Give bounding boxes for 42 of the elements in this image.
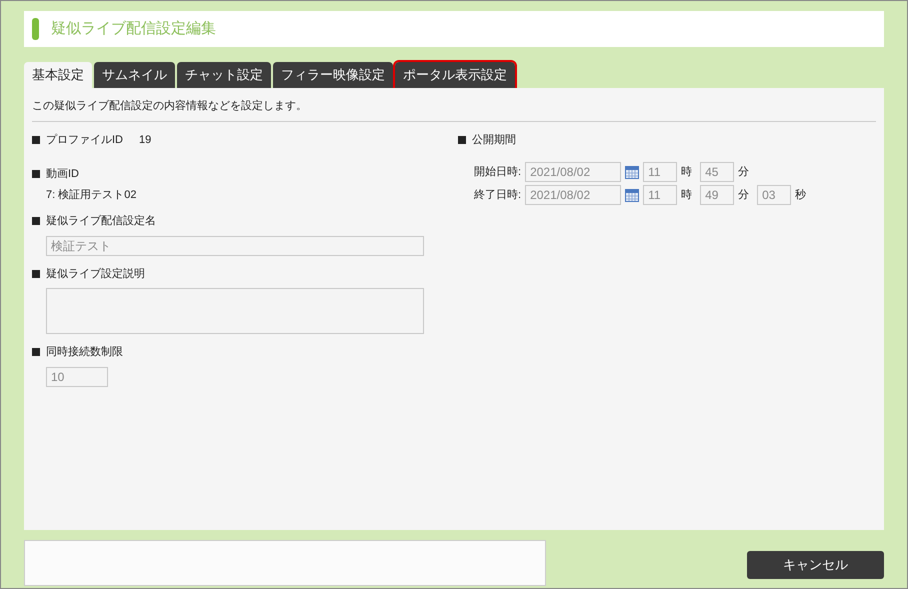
field-label: 同時接続数制限 [46,344,123,360]
description-field[interactable] [46,288,424,334]
field-value: 19 [139,132,152,148]
field-label: 疑似ライブ配信設定名 [46,214,156,229]
square-bullet-icon [32,217,40,226]
date-field[interactable]: 2021/08/02 [525,162,622,182]
time-unit: 分 [738,164,750,180]
accent-bar-icon [32,18,39,40]
time-unit: 時 [681,188,692,203]
field-label: 動画ID [46,167,79,182]
tab[interactable]: フィラー映像設定 [273,62,393,88]
square-bullet-icon [32,136,40,144]
time-field[interactable]: 03 [757,185,792,205]
time-field[interactable]: 45 [700,162,734,182]
time-field[interactable]: 11 [643,185,678,205]
calendar-icon[interactable] [625,166,640,178]
square-bullet-icon [32,270,40,278]
limit-field[interactable]: 10 [46,366,108,386]
square-bullet-icon [458,136,466,144]
time-unit: 分 [738,188,750,203]
time-field[interactable]: 49 [700,185,734,205]
time-field[interactable]: 11 [643,162,678,182]
tab[interactable]: サムネイル [94,62,175,88]
cancel-button[interactable]: キャンセル [747,551,884,579]
tab[interactable]: ポータル表示設定 [395,62,515,88]
date-field[interactable]: 2021/08/02 [525,185,622,205]
field-label: 開始日時: [474,164,522,180]
calendar-icon[interactable] [625,188,640,202]
field-label: 公開期間 [472,132,516,148]
tab[interactable]: チャット設定 [177,62,271,88]
tab[interactable]: 基本設定 [24,62,92,88]
time-unit: 時 [681,164,692,180]
page-title: 疑似ライブ配信設定編集 [51,18,216,39]
name-field[interactable]: 検証テスト [46,236,424,256]
field-value: 7: 検証用テスト02 [46,188,138,202]
square-bullet-icon [32,170,40,178]
field-label: プロファイルID [46,132,123,148]
square-bullet-icon [32,348,40,356]
description-text: この疑似ライブ配信設定の内容情報などを設定します。 [32,98,876,122]
time-unit: 秒 [795,188,806,203]
field-label: 終了日時: [474,188,522,203]
field-label: 疑似ライブ設定説明 [46,266,145,282]
